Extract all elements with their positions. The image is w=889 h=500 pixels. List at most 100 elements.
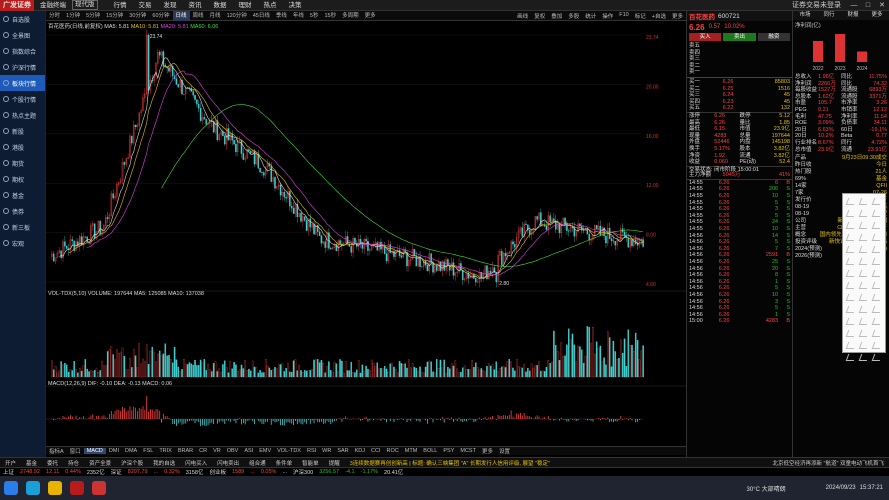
news-ticker[interactable]: 3连续数据赛再创创新高 | 标题: 确认三峡集团 "A" 长期发行人信用评级, … bbox=[345, 459, 555, 467]
index-name[interactable]: 沪深300 bbox=[290, 468, 316, 476]
period-tab[interactable]: 45日线 bbox=[250, 11, 273, 21]
period-tab[interactable]: 5秒 bbox=[307, 11, 322, 21]
draw-tool-icon[interactable] bbox=[845, 330, 857, 337]
period-tab[interactable]: 5分钟 bbox=[83, 11, 103, 21]
index-name[interactable]: 创业板 bbox=[206, 468, 229, 476]
tick-list[interactable]: 14:55 6.26 6 B 14:55 6.26 206 S 14:55 6.26 10 S 14:5… bbox=[687, 178, 792, 325]
draw-tool-icon[interactable] bbox=[858, 342, 870, 349]
nav-button[interactable]: 持仓 bbox=[63, 459, 84, 467]
chart-tool-button[interactable]: 画线 bbox=[514, 12, 531, 20]
nav-button[interactable]: 组合通 bbox=[244, 459, 271, 467]
indicator-tab[interactable]: 更多 bbox=[479, 447, 496, 455]
sidebar-item[interactable]: 板块行情 bbox=[0, 75, 45, 91]
close-button[interactable]: ✕ bbox=[875, 0, 889, 11]
index-name[interactable]: 上证 bbox=[0, 468, 17, 476]
sidebar-item[interactable]: 自选股 bbox=[0, 11, 45, 27]
nav-button[interactable]: 闪电买入 bbox=[180, 459, 212, 467]
indicator-tab[interactable]: KDJ bbox=[352, 448, 368, 454]
indicator-tab[interactable]: CR bbox=[196, 448, 210, 454]
menu-news[interactable]: 资讯 bbox=[183, 0, 208, 11]
nav-button[interactable]: 开户 bbox=[0, 459, 21, 467]
chart-tool-button[interactable]: 操作 bbox=[599, 12, 616, 20]
draw-tool-icon[interactable] bbox=[871, 198, 883, 205]
draw-tool-icon[interactable] bbox=[871, 330, 883, 337]
chart-tool-button[interactable]: 多股 bbox=[565, 12, 582, 20]
maximize-button[interactable]: □ bbox=[861, 0, 875, 11]
kline-chart-area[interactable]: 百花医药(日线,前复权) MA5: 5.81 MA10: 5.81 MA20: … bbox=[46, 21, 686, 463]
nav-button[interactable]: 委托 bbox=[42, 459, 63, 467]
period-tab[interactable]: 年线 bbox=[290, 11, 307, 21]
app-icon-2[interactable] bbox=[92, 481, 106, 495]
sidebar-item[interactable]: 指数综合 bbox=[0, 43, 45, 59]
sidebar-item[interactable]: 新股 bbox=[0, 123, 45, 139]
ask-row[interactable]: 卖四 bbox=[687, 50, 792, 57]
bid-row[interactable]: 买二 6.25 1516 bbox=[687, 86, 792, 93]
chart-tool-button[interactable]: 更多 bbox=[669, 12, 686, 20]
indicator-tab[interactable]: MTM bbox=[402, 448, 421, 454]
draw-tool-icon[interactable] bbox=[845, 246, 857, 253]
indicator-tab[interactable]: SAR bbox=[334, 448, 351, 454]
indicator-tab[interactable]: 窗口 bbox=[67, 447, 84, 455]
period-tab[interactable]: 30分钟 bbox=[126, 11, 149, 21]
indicator-tab[interactable]: OBV bbox=[224, 448, 242, 454]
menu-discover[interactable]: 发现 bbox=[158, 0, 183, 11]
nav-button[interactable]: 提醒 bbox=[324, 459, 345, 467]
ask-row[interactable]: 卖三 bbox=[687, 56, 792, 63]
draw-tool-icon[interactable] bbox=[871, 234, 883, 241]
indicator-tab[interactable]: MACD bbox=[83, 448, 106, 454]
draw-tool-icon[interactable] bbox=[871, 258, 883, 265]
period-tab[interactable]: 1分钟 bbox=[63, 11, 83, 21]
indicator-tab[interactable]: CCI bbox=[368, 448, 383, 454]
bid-row[interactable]: 买四 6.23 45 bbox=[687, 99, 792, 106]
f10-tab[interactable]: 更多 bbox=[865, 11, 889, 20]
sidebar-item[interactable]: 全景图 bbox=[0, 27, 45, 43]
indicator-tab[interactable]: EMV bbox=[256, 448, 274, 454]
draw-tool-icon[interactable] bbox=[845, 210, 857, 217]
draw-tool-icon[interactable] bbox=[845, 282, 857, 289]
draw-tool-icon[interactable] bbox=[845, 318, 857, 325]
margin-button[interactable]: 融资 bbox=[757, 33, 790, 41]
draw-tool-icon[interactable] bbox=[858, 198, 870, 205]
draw-tool-icon[interactable] bbox=[845, 222, 857, 229]
sidebar-item[interactable]: 宏观 bbox=[0, 235, 45, 251]
period-tab[interactable]: 月线 bbox=[207, 11, 224, 21]
period-tab[interactable]: 更多 bbox=[362, 11, 379, 21]
draw-tool-icon[interactable] bbox=[845, 198, 857, 205]
sidebar-item[interactable]: 期权 bbox=[0, 171, 45, 187]
sidebar-item[interactable]: 个股行情 bbox=[0, 91, 45, 107]
f10-tab[interactable]: 市场 bbox=[793, 11, 817, 20]
indicator-tab[interactable]: WR bbox=[319, 448, 334, 454]
indicator-tab[interactable]: DMI bbox=[106, 448, 122, 454]
nav-button[interactable]: 闪电卖出 bbox=[212, 459, 244, 467]
indicator-tab[interactable]: VR bbox=[210, 448, 224, 454]
ask-row[interactable]: 卖一 bbox=[687, 69, 792, 76]
sidebar-item[interactable]: 港股 bbox=[0, 139, 45, 155]
sidebar-item[interactable]: 基金 bbox=[0, 187, 45, 203]
draw-tool-icon[interactable] bbox=[858, 270, 870, 277]
draw-tool-icon[interactable] bbox=[858, 258, 870, 265]
draw-tool-icon[interactable] bbox=[871, 210, 883, 217]
drawing-toolbar[interactable] bbox=[842, 193, 886, 361]
draw-tool-icon[interactable] bbox=[845, 342, 857, 349]
draw-tool-icon[interactable] bbox=[858, 282, 870, 289]
sell-button[interactable]: 卖出 bbox=[723, 33, 756, 41]
indicator-tab[interactable]: MCST bbox=[457, 448, 479, 454]
status-news[interactable]: 北京低空经济再添新 "航道" 双童电动飞机首飞 bbox=[768, 459, 889, 467]
sidebar-item[interactable]: 热点主题 bbox=[0, 107, 45, 123]
draw-tool-icon[interactable] bbox=[845, 294, 857, 301]
draw-tool-icon[interactable] bbox=[858, 330, 870, 337]
draw-tool-icon[interactable] bbox=[845, 270, 857, 277]
indicator-tab[interactable]: DMA bbox=[122, 448, 140, 454]
nav-button[interactable]: 我的自选 bbox=[148, 459, 180, 467]
draw-tool-icon[interactable] bbox=[858, 318, 870, 325]
period-tab[interactable]: 周线 bbox=[190, 11, 207, 21]
nav-button[interactable]: 条件单 bbox=[271, 459, 298, 467]
draw-tool-icon[interactable] bbox=[871, 282, 883, 289]
period-tab[interactable]: 分时 bbox=[46, 11, 63, 21]
draw-tool-icon[interactable] bbox=[845, 258, 857, 265]
period-tab[interactable]: 季线 bbox=[273, 11, 290, 21]
draw-tool-icon[interactable] bbox=[858, 246, 870, 253]
indicator-tab[interactable]: RSI bbox=[304, 448, 319, 454]
bid-row[interactable]: 买五 6.22 132 bbox=[687, 105, 792, 112]
draw-tool-icon[interactable] bbox=[845, 306, 857, 313]
